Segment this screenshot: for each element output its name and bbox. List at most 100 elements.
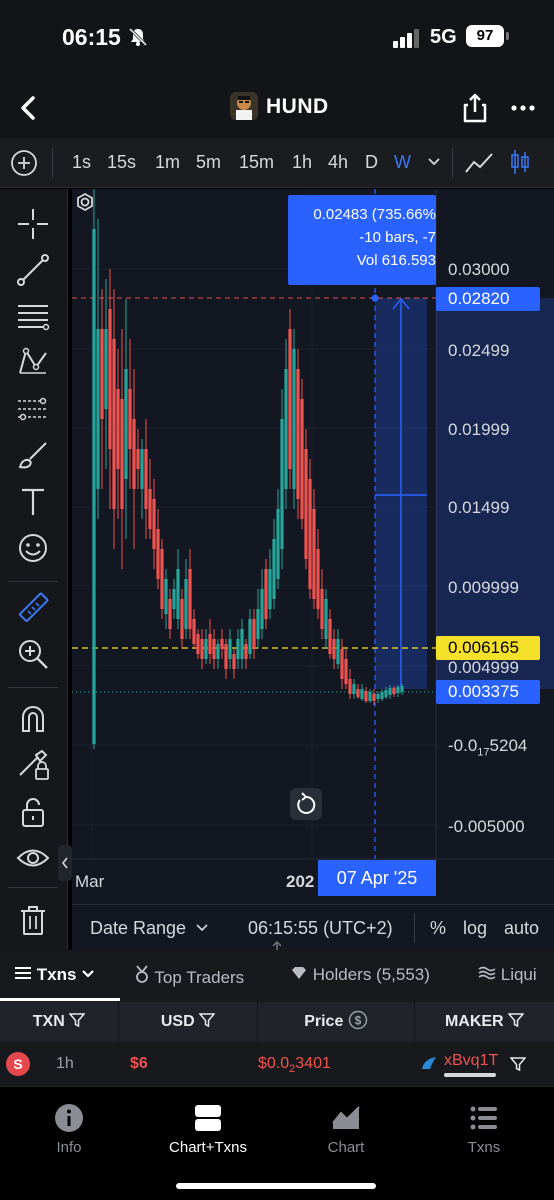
chevron-down-icon[interactable] bbox=[426, 154, 442, 170]
price-axis-label: 0.004999 bbox=[448, 658, 519, 677]
timeframe-15s[interactable]: 15s bbox=[107, 152, 136, 173]
timeframe-1s[interactable]: 1s bbox=[72, 152, 91, 173]
tabbar-info[interactable]: Info bbox=[9, 1103, 129, 1156]
battery-tip bbox=[506, 32, 509, 40]
column-usd[interactable]: USD bbox=[119, 1002, 257, 1042]
info-icon bbox=[55, 1104, 83, 1132]
candle-body bbox=[280, 419, 284, 549]
line-chart-icon[interactable] bbox=[464, 150, 494, 176]
filter-icon[interactable] bbox=[68, 1012, 86, 1028]
percent-scale-toggle[interactable]: % bbox=[430, 918, 446, 939]
candle-body bbox=[220, 639, 224, 649]
timeframe-4h[interactable]: 4h bbox=[328, 152, 348, 173]
tools-divider bbox=[8, 581, 58, 582]
candle-body bbox=[152, 499, 156, 549]
lock-drawing-icon[interactable] bbox=[16, 747, 50, 781]
brush-icon[interactable] bbox=[16, 439, 50, 473]
date-range-button[interactable]: Date Range bbox=[90, 918, 209, 939]
column-maker[interactable]: MAKER bbox=[415, 1002, 554, 1042]
txn-price: $0.023401 bbox=[258, 1055, 331, 1076]
split-view-icon bbox=[195, 1105, 221, 1131]
text-icon[interactable] bbox=[16, 485, 50, 519]
candle-body bbox=[256, 609, 260, 639]
tab-holders[interactable]: Holders (5,553) bbox=[290, 965, 430, 985]
candle-body bbox=[316, 549, 320, 609]
list-icon bbox=[15, 967, 31, 979]
price-axis-label: 0.01999 bbox=[448, 420, 510, 439]
candle-body bbox=[380, 692, 384, 699]
chart-clock: 06:15:55 (UTC+2) bbox=[248, 918, 393, 938]
candle-body bbox=[328, 619, 332, 654]
candle-body bbox=[160, 549, 164, 609]
tab-txns[interactable]: Txns bbox=[14, 965, 95, 985]
share-icon[interactable] bbox=[460, 92, 490, 124]
candle-body bbox=[356, 689, 360, 697]
forecast-icon[interactable] bbox=[16, 391, 50, 425]
crosshair-icon[interactable] bbox=[16, 207, 50, 241]
candle-body bbox=[372, 694, 376, 701]
currency-toggle-icon[interactable]: $ bbox=[348, 1010, 368, 1030]
timeframe-1m[interactable]: 1m bbox=[155, 152, 180, 173]
timeframe-d[interactable]: D bbox=[365, 152, 378, 173]
column-price[interactable]: Price $ bbox=[258, 1002, 414, 1042]
price-axis-label: 0.02499 bbox=[448, 341, 510, 360]
candle-body bbox=[132, 419, 136, 489]
timeframe-5m[interactable]: 5m bbox=[196, 152, 221, 173]
timeframe-w[interactable]: W bbox=[394, 152, 411, 173]
pattern-icon[interactable] bbox=[16, 345, 50, 379]
auto-scale-toggle[interactable]: auto bbox=[504, 918, 539, 939]
add-indicator-icon[interactable] bbox=[10, 149, 38, 177]
candle-body bbox=[332, 639, 336, 659]
candle-body bbox=[368, 692, 372, 701]
trash-icon[interactable] bbox=[16, 903, 50, 937]
filter-icon[interactable] bbox=[198, 1012, 216, 1028]
filter-icon[interactable] bbox=[507, 1012, 525, 1028]
zoom-in-icon[interactable] bbox=[16, 637, 50, 671]
filter-icon[interactable] bbox=[510, 1056, 526, 1072]
timeframe-toolbar: 1s 15s 1m 5m 15m 1h 4h D W bbox=[0, 138, 554, 188]
tabbar-txns[interactable]: Txns bbox=[424, 1103, 544, 1156]
timeframe-15m[interactable]: 15m bbox=[239, 152, 274, 173]
price-axis-label: 0.03000 bbox=[448, 260, 510, 279]
eye-icon[interactable] bbox=[16, 841, 50, 875]
candle-body bbox=[388, 688, 392, 695]
candlestick-icon[interactable] bbox=[510, 148, 530, 176]
txn-type-badge: S bbox=[6, 1052, 30, 1076]
column-txn[interactable]: TXN bbox=[0, 1002, 118, 1042]
candle-body bbox=[148, 489, 152, 529]
back-icon[interactable] bbox=[14, 92, 44, 124]
tab-liquidity[interactable]: Liqui bbox=[478, 965, 537, 985]
trend-line-icon[interactable] bbox=[16, 253, 50, 287]
fib-lines-icon[interactable] bbox=[16, 299, 50, 333]
log-scale-toggle[interactable]: log bbox=[463, 918, 487, 939]
tabbar-chart-txns[interactable]: Chart+Txns bbox=[148, 1103, 268, 1156]
reset-chart-button[interactable] bbox=[290, 788, 322, 820]
candle-body bbox=[248, 619, 252, 654]
maker-balance-bar bbox=[444, 1073, 496, 1077]
timeframe-1h[interactable]: 1h bbox=[292, 152, 312, 173]
tabbar-chart[interactable]: Chart bbox=[286, 1103, 406, 1156]
candle-body bbox=[96, 329, 100, 489]
tab-top-traders[interactable]: Top Traders bbox=[134, 965, 244, 988]
candle-body bbox=[292, 349, 296, 489]
toolbar-divider bbox=[52, 148, 53, 178]
txn-maker[interactable]: xBvq1T bbox=[444, 1052, 498, 1070]
collapse-tools-handle[interactable] bbox=[58, 845, 72, 881]
magnet-icon[interactable] bbox=[16, 701, 50, 735]
candle-body bbox=[312, 509, 316, 599]
candle-body bbox=[196, 634, 200, 654]
liquidity-icon bbox=[478, 966, 496, 980]
price-axis-label: 0.009999 bbox=[448, 578, 519, 597]
unlock-icon[interactable] bbox=[16, 795, 50, 829]
price-chart[interactable]: 0.02483 (735.66% -10 bars, -7 Vol 616.59… bbox=[72, 189, 554, 904]
candle-body bbox=[268, 569, 272, 609]
txn-age: 1h bbox=[56, 1055, 74, 1072]
candle-body bbox=[184, 579, 188, 629]
table-row[interactable]: S 1h $6 $0.023401 xBvq1T bbox=[0, 1042, 554, 1086]
ruler-icon[interactable] bbox=[16, 591, 50, 625]
emoji-icon[interactable] bbox=[16, 531, 50, 565]
more-icon[interactable] bbox=[510, 98, 536, 118]
status-time: 06:15 bbox=[62, 24, 121, 50]
chart-settings-icon[interactable] bbox=[72, 189, 98, 215]
toolbar-divider bbox=[452, 148, 453, 178]
